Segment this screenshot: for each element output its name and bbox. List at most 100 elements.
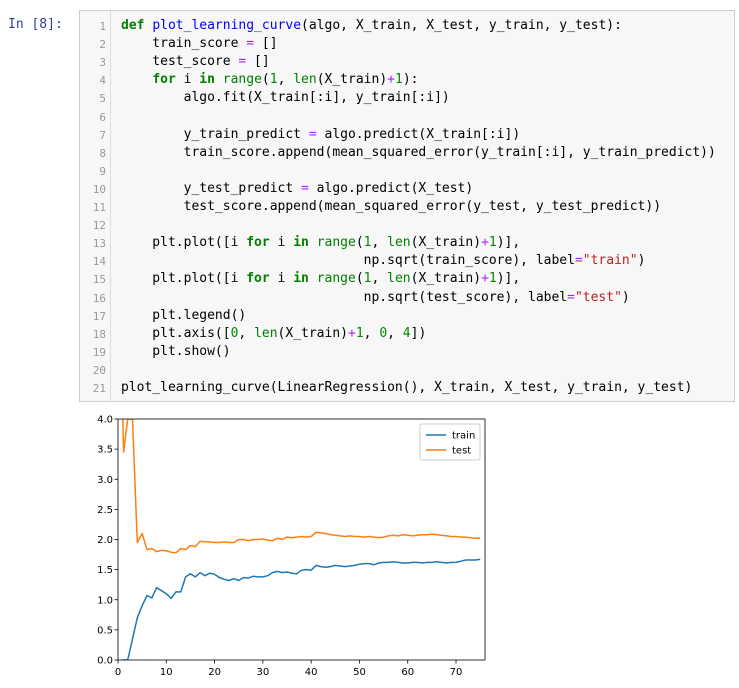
x-tick-label: 30 [257,667,270,678]
code-token: + [387,72,395,88]
y-tick-label: 4.0 [97,415,113,426]
code-token: [] [246,54,270,70]
code-token: for [246,235,270,251]
line-number: 10 [92,182,106,196]
input-prompt: In [8]: [8,17,63,32]
y-tick-label: 1.0 [97,595,113,606]
code-token: , [238,325,255,341]
code-token: ) [621,289,630,305]
x-tick-label: 40 [305,667,318,678]
code-token: 1 [355,325,364,341]
code-token: ]) [410,325,427,341]
code-token: (algo, X_train, X_test, y_train, y_test)… [301,18,622,33]
code-token: (X_train) [410,271,482,287]
code-token: algo.predict(X_train[:i]) [316,126,521,142]
code-token: = [308,126,317,142]
code-token: test_score [121,54,239,70]
series-line-train [122,558,481,660]
legend: train test [419,423,481,461]
code-token: = [246,36,255,52]
code-token: ( [355,235,364,251]
line-number: 11 [92,201,106,214]
code-token: algo.predict(X_test) [308,180,474,196]
code-token: = [574,253,583,269]
code-token: in [293,271,309,287]
line-number: 12 [92,219,106,233]
line-number: 17 [92,309,106,323]
code-token: for [152,72,176,88]
code-token: ) [637,253,646,269]
code-token: 1 [394,72,403,88]
y-tick-label: 2.0 [97,535,113,546]
line-number: 21 [92,382,106,395]
y-tick-label: 2.5 [97,505,113,516]
line-number: 7 [99,128,106,142]
code-cell[interactable]: 1 2 3 4 5 6 7 8 9 10 11 12 13 14 15 16 17 18 19 20 21 def pl… [79,10,735,402]
code-token: + [481,271,489,287]
x-tick-label: 70 [450,667,463,678]
code-token: "test" [574,289,622,305]
code-token: test_score.append(mean_squared_error(y_t… [121,199,662,214]
code-token: i [175,72,200,88]
code-line: plt.plot([i for i in range(1, len(X_trai… [121,271,520,286]
code-token: (X_train) [410,235,482,251]
code-token: , [277,72,294,88]
code-token: def [121,18,145,33]
code-token: = [301,180,309,196]
code-line: test_score = [] [121,54,270,70]
code-line: algo.fit(X_train[:i], y_train[:i]) [121,90,450,105]
code-token: ( [261,72,270,88]
code-line: y_train_predict = algo.predict(X_train[:… [121,126,521,142]
code-token: plot_learning_curve(LinearRegression(), … [121,380,693,395]
code-token: y_test_predict [121,180,302,196]
x-tick-label: 50 [353,667,366,678]
code-token: plt.plot([i [121,235,247,251]
code-token: ( [355,271,364,287]
code-token: len [293,72,317,88]
code-token: len [254,325,278,341]
code-token: algo.fit(X_train[:i], y_train[:i]) [121,90,450,106]
code-token: 4 [402,325,411,341]
line-number: 8 [99,146,106,160]
code-line: np.sqrt(test_score), label="test") [121,290,630,305]
code-line: test_score.append(mean_squared_error(y_t… [121,199,661,214]
code-line: train_score.append(mean_squared_error(y_… [121,145,716,160]
code-token: 1 [488,271,497,287]
y-tick-label: 3.5 [97,445,113,456]
code-token: plt.legend() [121,307,247,323]
code-token: , [371,271,388,287]
line-number: 4 [99,74,106,88]
x-tick-label: 0 [115,667,121,678]
y-tick-label: 0.5 [97,625,113,636]
code-line: plt.show() [121,343,231,359]
code-token: 0 [379,325,388,341]
y-tick-label: 3.0 [97,475,113,486]
code-token: np.sqrt(train_score), label [121,253,575,269]
code-token: len [387,271,411,287]
code-line: y_test_predict = algo.predict(X_test) [121,180,474,196]
code-token: plt.show() [121,343,231,359]
line-number: 18 [92,327,106,341]
code-token: i [269,271,294,287]
x-tick-label: 20 [208,667,221,678]
code-token: y_train_predict [121,126,309,142]
code-line: plt.legend() [121,308,246,323]
line-number: 13 [92,237,106,251]
line-number: 1 [99,20,106,33]
code-token: (X_train) [316,72,388,88]
code-token: , [363,325,380,341]
code-token: in [199,72,215,88]
line-number: 15 [92,273,106,287]
line-number: 5 [99,92,106,106]
code-token: , [371,235,388,251]
code-token: np.sqrt(test_score), label [121,289,568,305]
code-token: plt.axis([ [121,325,231,341]
y-tick-label: 1.5 [97,565,113,576]
code-token: , [387,325,403,341]
x-tick-label: 60 [401,667,414,678]
code-line: train_score = [] [121,36,277,52]
legend-label-test: test [452,446,471,457]
